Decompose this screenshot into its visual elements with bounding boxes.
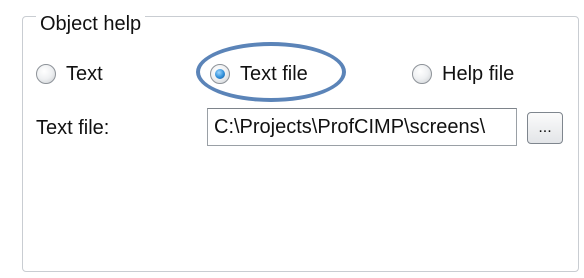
radio-help-file-circle[interactable] (412, 64, 432, 84)
radio-text-label: Text (66, 63, 103, 85)
radio-help-file-label: Help file (442, 63, 515, 85)
radio-help-file[interactable]: Help file (412, 62, 514, 86)
radio-text[interactable]: Text (36, 62, 103, 86)
radio-text-circle[interactable] (36, 64, 56, 84)
browse-button[interactable]: ... (527, 112, 563, 144)
radio-text-file-label: Text file (240, 63, 308, 85)
text-file-label: Text file: (36, 117, 110, 139)
object-help-title: Object help (36, 12, 146, 36)
radio-text-file[interactable]: Text file (210, 62, 308, 86)
radio-text-file-circle[interactable] (210, 64, 230, 84)
text-file-input[interactable] (207, 108, 517, 146)
